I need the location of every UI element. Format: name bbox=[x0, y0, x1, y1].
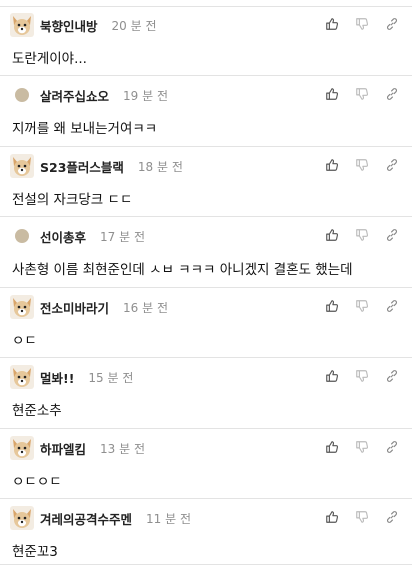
comment-actions bbox=[324, 157, 400, 173]
link-icon[interactable] bbox=[384, 368, 400, 384]
comment-content: 현준소추 bbox=[12, 403, 62, 419]
comment-actions bbox=[324, 439, 400, 455]
thumb-up-icon[interactable] bbox=[324, 16, 340, 32]
comment-content: ㅇㄷㅇㄷ bbox=[12, 474, 62, 490]
thumb-up-icon[interactable] bbox=[324, 509, 340, 525]
thumb-down-icon[interactable] bbox=[354, 509, 370, 525]
thumb-up-icon[interactable] bbox=[324, 86, 340, 102]
comment-nickname[interactable]: 겨레의공격수주멘 bbox=[40, 509, 132, 528]
thumb-up-icon[interactable] bbox=[324, 368, 340, 384]
thumb-down-icon[interactable] bbox=[354, 86, 370, 102]
comment-actions bbox=[324, 368, 400, 384]
link-icon[interactable] bbox=[384, 157, 400, 173]
comment-content: 전설의 자크당크 ㄷㄷ bbox=[12, 192, 133, 208]
comment-header: 멀봐!! 15 분 전 bbox=[10, 365, 133, 389]
thumb-down-icon[interactable] bbox=[354, 157, 370, 173]
comment-item: 선이총후 17 분 전사촌형 이름 최현준인데 ㅅㅂ ㅋㅋㅋ 아니겠지 결혼도 했… bbox=[0, 217, 412, 288]
comment-nickname[interactable]: 하파엘킴 bbox=[40, 439, 86, 458]
dog-avatar-icon[interactable] bbox=[10, 13, 34, 37]
dot-avatar-icon[interactable] bbox=[15, 88, 29, 102]
dot-avatar-icon[interactable] bbox=[15, 229, 29, 243]
dog-avatar-icon[interactable] bbox=[10, 506, 34, 530]
comment-header: 북향인내방 20 분 전 bbox=[10, 13, 157, 37]
thumb-up-icon[interactable] bbox=[324, 298, 340, 314]
comment-actions bbox=[324, 509, 400, 525]
comment-item: S23플러스블랙 18 분 전전설의 자크당크 ㄷㄷ bbox=[0, 147, 412, 217]
comment-header: 하파엘킴 13 분 전 bbox=[10, 436, 145, 460]
thumb-down-icon[interactable] bbox=[354, 16, 370, 32]
comment-nickname[interactable]: 멀봐!! bbox=[40, 368, 74, 387]
comment-actions bbox=[324, 298, 400, 314]
comment-actions bbox=[324, 86, 400, 102]
dog-avatar-icon[interactable] bbox=[10, 436, 34, 460]
comment-content: ㅇㄷ bbox=[12, 333, 37, 349]
link-icon[interactable] bbox=[384, 439, 400, 455]
comment-nickname[interactable]: 북향인내방 bbox=[40, 16, 98, 35]
thumb-up-icon[interactable] bbox=[324, 157, 340, 173]
comment-nickname[interactable]: 선이총후 bbox=[40, 227, 86, 246]
comment-item: 멀봐!! 15 분 전현준소추 bbox=[0, 358, 412, 429]
comment-content: 현준꼬3 bbox=[12, 544, 58, 560]
comment-item: 전소미바라기 16 분 전 ㅇㄷ bbox=[0, 288, 412, 358]
thumb-up-icon[interactable] bbox=[324, 439, 340, 455]
comment-actions bbox=[324, 16, 400, 32]
comment-content: 도란게이야... bbox=[12, 51, 87, 67]
comment-actions bbox=[324, 227, 400, 243]
thumb-up-icon[interactable] bbox=[324, 227, 340, 243]
comment-header: 살려주십쇼오 19 분 전 bbox=[10, 83, 168, 107]
link-icon[interactable] bbox=[384, 227, 400, 243]
thumb-down-icon[interactable] bbox=[354, 439, 370, 455]
dog-avatar-icon[interactable] bbox=[10, 295, 34, 319]
comment-item: 하파엘킴 13 분 전 ㅇㄷㅇㄷ bbox=[0, 429, 412, 499]
comment-header: 겨레의공격수주멘 11 분 전 bbox=[10, 506, 191, 530]
thumb-down-icon[interactable] bbox=[354, 298, 370, 314]
comment-time: 13 분 전 bbox=[100, 441, 145, 456]
thumb-down-icon[interactable] bbox=[354, 368, 370, 384]
comment-time: 11 분 전 bbox=[146, 511, 191, 526]
dog-avatar-icon[interactable] bbox=[10, 154, 34, 178]
comment-time: 17 분 전 bbox=[100, 229, 145, 244]
link-icon[interactable] bbox=[384, 86, 400, 102]
comment-header: S23플러스블랙 18 분 전 bbox=[10, 154, 183, 178]
link-icon[interactable] bbox=[384, 509, 400, 525]
comment-header: 전소미바라기 16 분 전 bbox=[10, 295, 168, 319]
link-icon[interactable] bbox=[384, 16, 400, 32]
comment-content: 지꺼를 왜 보내는거여ㅋㅋ bbox=[12, 121, 158, 137]
thumb-down-icon[interactable] bbox=[354, 227, 370, 243]
comment-item: 겨레의공격수주멘 11 분 전현준꼬3 bbox=[0, 499, 412, 565]
dog-avatar-icon[interactable] bbox=[10, 365, 34, 389]
comment-item: 살려주십쇼오 19 분 전지꺼를 왜 보내는거여ㅋㅋ bbox=[0, 76, 412, 147]
comment-time: 18 분 전 bbox=[137, 159, 183, 174]
comment-nickname[interactable]: S23플러스블랙 bbox=[40, 157, 124, 176]
comment-item: 북향인내방 20 분 전도란게이야... bbox=[0, 6, 412, 76]
comment-time: 20 분 전 bbox=[111, 18, 157, 33]
comment-time: 15 분 전 bbox=[88, 370, 134, 385]
comment-header: 선이총후 17 분 전 bbox=[10, 224, 145, 248]
comment-nickname[interactable]: 살려주십쇼오 bbox=[40, 86, 109, 105]
comment-time: 19 분 전 bbox=[123, 88, 168, 103]
comment-content: 사촌형 이름 최현준인데 ㅅㅂ ㅋㅋㅋ 아니겠지 결혼도 했는데 bbox=[12, 262, 353, 278]
link-icon[interactable] bbox=[384, 298, 400, 314]
comment-nickname[interactable]: 전소미바라기 bbox=[40, 298, 109, 317]
comment-time: 16 분 전 bbox=[123, 300, 168, 315]
